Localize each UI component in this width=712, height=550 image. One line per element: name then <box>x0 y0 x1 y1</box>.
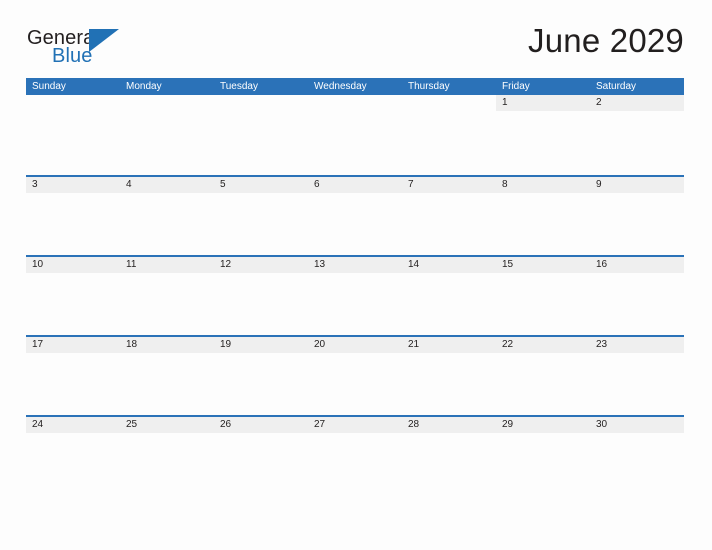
day-cell[interactable]: 23 <box>590 337 684 415</box>
blue-triangle-flag-icon <box>89 29 119 55</box>
weekday-saturday: Saturday <box>596 81 637 92</box>
day-number: 15 <box>502 259 514 270</box>
calendar-page: General Blue June 2029 Sunday Monday Tue… <box>0 0 712 550</box>
day-number: 3 <box>32 179 38 190</box>
page-header: General Blue June 2029 <box>26 22 684 70</box>
calendar-grid: Sunday Monday Tuesday Wednesday Thursday… <box>26 78 684 495</box>
day-cell[interactable]: 17 <box>26 337 120 415</box>
day-strip <box>214 95 308 111</box>
week-row: 1 2 <box>26 95 684 175</box>
day-cell[interactable]: 26 <box>214 417 308 495</box>
logo-text-blue: Blue <box>52 45 93 67</box>
day-number: 20 <box>314 339 326 350</box>
day-number: 10 <box>32 259 44 270</box>
weekday-tuesday: Tuesday <box>220 81 258 92</box>
day-number: 30 <box>596 419 608 430</box>
weekday-sunday: Sunday <box>32 81 66 92</box>
day-number: 29 <box>502 419 514 430</box>
day-cell[interactable]: 7 <box>402 177 496 255</box>
day-number: 27 <box>314 419 326 430</box>
day-number: 9 <box>596 179 602 190</box>
day-cell[interactable]: 3 <box>26 177 120 255</box>
day-cell[interactable]: 25 <box>120 417 214 495</box>
day-number: 17 <box>32 339 44 350</box>
day-number: 5 <box>220 179 226 190</box>
day-number: 14 <box>408 259 420 270</box>
day-number: 11 <box>126 259 137 270</box>
day-number: 22 <box>502 339 514 350</box>
day-number: 13 <box>314 259 326 270</box>
day-strip <box>26 95 120 111</box>
day-cell[interactable]: 13 <box>308 257 402 335</box>
week-row: 3 4 5 6 7 8 9 <box>26 175 684 255</box>
day-cell[interactable]: 18 <box>120 337 214 415</box>
day-cell[interactable]: 22 <box>496 337 590 415</box>
day-cell[interactable]: 2 <box>590 95 684 175</box>
day-cell[interactable] <box>214 95 308 175</box>
week-row: 24 25 26 27 28 29 30 <box>26 415 684 495</box>
day-number: 12 <box>220 259 232 270</box>
day-strip <box>120 95 214 111</box>
weekday-friday: Friday <box>502 81 530 92</box>
day-number: 26 <box>220 419 232 430</box>
day-cell[interactable]: 12 <box>214 257 308 335</box>
day-cell[interactable]: 29 <box>496 417 590 495</box>
day-cell[interactable]: 14 <box>402 257 496 335</box>
day-number: 28 <box>408 419 420 430</box>
day-cell[interactable] <box>402 95 496 175</box>
day-cell[interactable]: 24 <box>26 417 120 495</box>
weekday-thursday: Thursday <box>408 81 450 92</box>
day-number: 4 <box>126 179 132 190</box>
day-cell[interactable] <box>308 95 402 175</box>
day-number: 7 <box>408 179 414 190</box>
day-cell[interactable]: 5 <box>214 177 308 255</box>
day-cell[interactable]: 28 <box>402 417 496 495</box>
day-cell[interactable]: 30 <box>590 417 684 495</box>
day-number: 16 <box>596 259 608 270</box>
day-cell[interactable]: 6 <box>308 177 402 255</box>
day-number: 19 <box>220 339 232 350</box>
day-cell[interactable]: 1 <box>496 95 590 175</box>
day-cell[interactable]: 4 <box>120 177 214 255</box>
page-title: June 2029 <box>528 22 684 59</box>
general-blue-logo[interactable]: General Blue <box>26 24 206 70</box>
day-cell[interactable]: 21 <box>402 337 496 415</box>
day-cell[interactable]: 15 <box>496 257 590 335</box>
weekday-header-row: Sunday Monday Tuesday Wednesday Thursday… <box>26 78 684 95</box>
day-cell[interactable]: 16 <box>590 257 684 335</box>
day-number: 25 <box>126 419 138 430</box>
day-number: 2 <box>596 97 602 108</box>
day-cell[interactable]: 10 <box>26 257 120 335</box>
day-cell[interactable]: 8 <box>496 177 590 255</box>
day-number: 1 <box>502 97 508 108</box>
day-cell[interactable]: 9 <box>590 177 684 255</box>
weekday-wednesday: Wednesday <box>314 81 367 92</box>
day-number: 8 <box>502 179 508 190</box>
week-row: 17 18 19 20 21 22 23 <box>26 335 684 415</box>
day-number: 24 <box>32 419 44 430</box>
day-cell[interactable] <box>26 95 120 175</box>
day-number: 6 <box>314 179 320 190</box>
day-number: 18 <box>126 339 138 350</box>
day-cell[interactable]: 27 <box>308 417 402 495</box>
day-number: 23 <box>596 339 608 350</box>
day-cell[interactable]: 11 <box>120 257 214 335</box>
week-row: 10 11 12 13 14 15 16 <box>26 255 684 335</box>
day-strip <box>402 95 496 111</box>
day-cell[interactable] <box>120 95 214 175</box>
weekday-monday: Monday <box>126 81 162 92</box>
day-cell[interactable]: 19 <box>214 337 308 415</box>
day-strip <box>308 95 402 111</box>
day-cell[interactable]: 20 <box>308 337 402 415</box>
day-number: 21 <box>408 339 420 350</box>
